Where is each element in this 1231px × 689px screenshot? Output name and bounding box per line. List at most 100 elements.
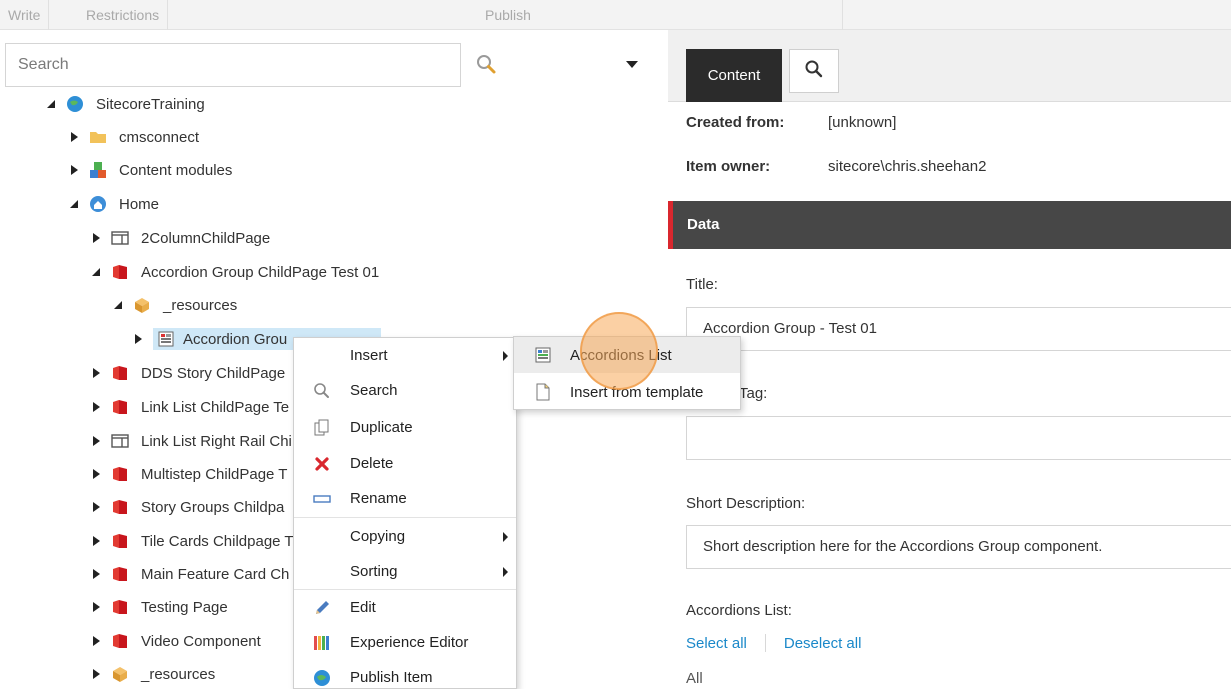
short-description-field[interactable]: Short description here for the Accordion… bbox=[686, 525, 1231, 569]
expanded-arrow-icon[interactable] bbox=[89, 265, 103, 279]
tree-node-label: Main Feature Card Ch bbox=[141, 565, 290, 583]
title-field[interactable]: Accordion Group - Test 01 bbox=[686, 307, 1231, 351]
accordion-item-icon bbox=[157, 330, 175, 348]
resources-box-icon bbox=[111, 665, 129, 683]
collapsed-arrow-icon[interactable] bbox=[89, 500, 103, 514]
globe-icon bbox=[66, 95, 84, 113]
tree-node-label: Multistep ChildPage T bbox=[141, 465, 288, 483]
collapsed-arrow-icon[interactable] bbox=[67, 163, 81, 177]
menu-item-publish-item[interactable]: Publish Item bbox=[294, 660, 516, 689]
created-from-label: Created from: bbox=[686, 114, 785, 131]
tree-node-testing-page[interactable]: Testing Page bbox=[89, 592, 232, 622]
link-separator bbox=[764, 634, 766, 652]
tree-node-resources[interactable]: _resources bbox=[89, 659, 219, 689]
chevron-down-icon[interactable] bbox=[622, 54, 642, 74]
tree-node-label: _resources bbox=[141, 665, 216, 683]
publish-globe-icon bbox=[312, 668, 332, 688]
collapsed-arrow-icon[interactable] bbox=[89, 567, 103, 581]
collapsed-arrow-icon[interactable] bbox=[89, 434, 103, 448]
tree-node-label: Tile Cards Childpage T bbox=[141, 532, 294, 550]
menu-item-search[interactable]: Search bbox=[294, 373, 516, 408]
folder-icon bbox=[89, 128, 107, 146]
template-page-icon bbox=[533, 382, 553, 402]
expanded-arrow-icon[interactable] bbox=[67, 197, 81, 211]
page-template-icon bbox=[111, 432, 129, 450]
menu-item-sorting[interactable]: Sorting bbox=[294, 554, 516, 589]
collapsed-arrow-icon[interactable] bbox=[89, 400, 103, 414]
tree-node-label: cmsconnect bbox=[119, 128, 200, 146]
collapsed-arrow-icon[interactable] bbox=[89, 231, 103, 245]
search-icon[interactable] bbox=[472, 50, 502, 80]
tree-node-resources-nested[interactable]: _resources bbox=[111, 290, 241, 320]
home-globe-icon bbox=[89, 195, 107, 213]
ribbon-bar: Write Restrictions Publish bbox=[0, 0, 1231, 30]
tree-node-main-feature-card[interactable]: Main Feature Card Ch bbox=[89, 559, 293, 589]
collapsed-arrow-icon[interactable] bbox=[89, 600, 103, 614]
menu-item-label: Sorting bbox=[350, 563, 398, 580]
tree-node-link-list[interactable]: Link List ChildPage Te bbox=[89, 392, 293, 422]
page-template-icon bbox=[111, 229, 129, 247]
tree-node-2columnchildpage[interactable]: 2ColumnChildPage bbox=[89, 223, 274, 253]
bookmark-red-icon bbox=[111, 632, 129, 650]
tree-node-label: Accordion Grou bbox=[183, 330, 288, 348]
tree-node-accordion-group-childpage[interactable]: Accordion Group ChildPage Test 01 bbox=[89, 257, 383, 287]
search-field-container bbox=[5, 43, 461, 87]
submenu-item-accordions-list[interactable]: Accordions List bbox=[514, 337, 740, 373]
item-owner-value: sitecore\chris.sheehan2 bbox=[828, 158, 987, 175]
tree-node-story-groups[interactable]: Story Groups Childpa bbox=[89, 492, 288, 522]
ribbon-publish-label[interactable]: Publish bbox=[485, 0, 531, 31]
expanded-arrow-icon[interactable] bbox=[44, 97, 58, 111]
menu-item-insert[interactable]: Insert bbox=[294, 338, 516, 373]
collapsed-arrow-icon[interactable] bbox=[89, 467, 103, 481]
submenu-arrow-icon bbox=[503, 532, 508, 542]
tree-node-label: Accordion Group ChildPage Test 01 bbox=[141, 263, 380, 281]
collapsed-arrow-icon[interactable] bbox=[89, 667, 103, 681]
menu-item-rename[interactable]: Rename bbox=[294, 481, 516, 516]
tree-node-label: SitecoreTraining bbox=[96, 95, 205, 113]
short-description-label: Short Description: bbox=[686, 495, 806, 512]
experience-editor-icon bbox=[312, 633, 332, 653]
resources-box-icon bbox=[133, 296, 151, 314]
tree-node-link-list-right-rail[interactable]: Link List Right Rail Chi bbox=[89, 426, 296, 456]
menu-item-label: Copying bbox=[350, 528, 406, 545]
select-all-link[interactable]: Select all bbox=[686, 635, 747, 652]
tab-search[interactable] bbox=[789, 49, 839, 93]
menu-item-edit[interactable]: Edit bbox=[294, 590, 516, 625]
search-icon bbox=[804, 59, 824, 83]
ribbon-divider bbox=[842, 0, 843, 30]
ribbon-tab-write[interactable]: Write bbox=[0, 0, 50, 30]
delete-x-icon bbox=[312, 454, 332, 474]
item-owner-row: Item owner: sitecore\chris.sheehan2 bbox=[686, 158, 986, 175]
tree-node-label: Link List ChildPage Te bbox=[141, 398, 290, 416]
pencil-icon bbox=[312, 598, 332, 618]
menu-item-delete[interactable]: Delete bbox=[294, 446, 516, 481]
tree-node-label: _resources bbox=[163, 296, 238, 314]
collapsed-arrow-icon[interactable] bbox=[89, 634, 103, 648]
item-owner-label: Item owner: bbox=[686, 158, 771, 175]
all-items-label: All bbox=[686, 670, 703, 687]
tree-node-content-modules[interactable]: Content modules bbox=[67, 155, 236, 185]
tree-node-multistep[interactable]: Multistep ChildPage T bbox=[89, 459, 291, 489]
menu-item-experience-editor[interactable]: Experience Editor bbox=[294, 625, 516, 660]
collapsed-arrow-icon[interactable] bbox=[89, 366, 103, 380]
ribbon-tab-restrictions[interactable]: Restrictions bbox=[78, 0, 169, 30]
collapsed-arrow-icon[interactable] bbox=[67, 130, 81, 144]
tree-node-video-component[interactable]: Video Component bbox=[89, 626, 265, 656]
submenu-item-insert-from-template[interactable]: Insert from template bbox=[514, 374, 740, 410]
tree-node-cmsconnect[interactable]: cmsconnect bbox=[67, 122, 203, 152]
menu-item-copying[interactable]: Copying bbox=[294, 519, 516, 554]
expanded-arrow-icon[interactable] bbox=[111, 298, 125, 312]
menu-item-duplicate[interactable]: Duplicate bbox=[294, 410, 516, 445]
tree-node-tile-cards[interactable]: Tile Cards Childpage T bbox=[89, 526, 298, 556]
deselect-all-link[interactable]: Deselect all bbox=[784, 635, 862, 652]
insert-submenu: Accordions List Insert from template bbox=[513, 336, 741, 410]
collapsed-arrow-icon[interactable] bbox=[89, 534, 103, 548]
section-header-data[interactable]: Data bbox=[668, 201, 1231, 249]
collapsed-arrow-icon[interactable] bbox=[131, 332, 145, 346]
tag-field[interactable] bbox=[686, 416, 1231, 460]
tree-node-home[interactable]: Home bbox=[67, 189, 163, 219]
search-input[interactable] bbox=[6, 44, 460, 86]
tree-node-dds-story[interactable]: DDS Story ChildPage bbox=[89, 358, 289, 388]
tree-node-root[interactable]: SitecoreTraining bbox=[44, 92, 209, 119]
tab-content[interactable]: Content bbox=[686, 49, 782, 102]
